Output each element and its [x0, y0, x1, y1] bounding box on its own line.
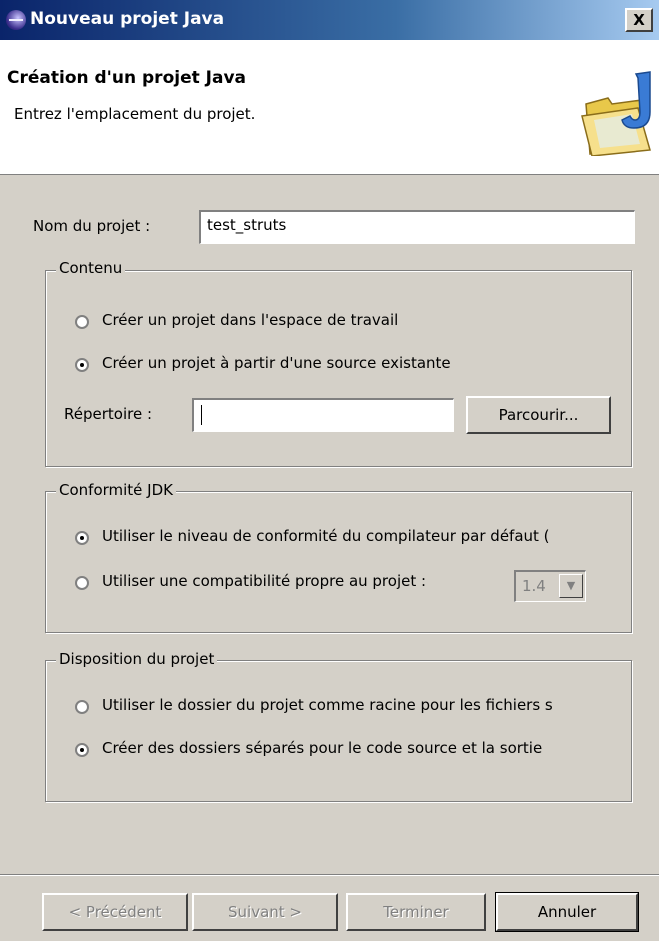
cancel-button[interactable]: Annuler — [495, 892, 639, 932]
compliance-level-select[interactable]: 1.4 ▼ — [514, 570, 586, 602]
jdk-compliance-group — [45, 491, 632, 633]
title-bar: Nouveau projet Java X — [0, 0, 659, 40]
project-name-input[interactable]: test_struts — [199, 210, 635, 244]
next-button[interactable]: Suivant > — [192, 893, 338, 931]
radio-project-folder-root[interactable] — [75, 700, 89, 714]
radio-default-compliance[interactable] — [75, 531, 89, 545]
close-button[interactable]: X — [625, 8, 653, 32]
directory-label: Répertoire : — [64, 405, 153, 423]
option-project-compliance-label[interactable]: Utiliser une compatibilité propre au pro… — [102, 572, 426, 590]
browse-button[interactable]: Parcourir... — [466, 396, 611, 434]
radio-separate-folders[interactable] — [75, 743, 89, 757]
previous-button[interactable]: < Précédent — [42, 893, 188, 931]
layout-group-title: Disposition du projet — [56, 650, 218, 668]
new-java-project-dialog: Nouveau projet Java X Création d'un proj… — [0, 0, 659, 941]
jdk-group-title: Conformité JDK — [56, 481, 176, 499]
chevron-down-icon[interactable]: ▼ — [559, 574, 583, 598]
java-project-folder-icon — [581, 71, 651, 156]
option-default-compliance-label[interactable]: Utiliser le niveau de conformité du comp… — [102, 527, 628, 545]
footer-separator — [0, 874, 659, 876]
wizard-description: Entrez l'emplacement du projet. — [14, 105, 256, 123]
option-project-folder-root-label[interactable]: Utiliser le dossier du projet comme raci… — [102, 696, 628, 714]
text-cursor — [201, 405, 202, 425]
project-name-label: Nom du projet : — [33, 217, 151, 235]
option-create-from-existing-label[interactable]: Créer un projet à partir d'une source ex… — [102, 354, 451, 372]
radio-project-compliance[interactable] — [75, 576, 89, 590]
content-group-title: Contenu — [56, 259, 126, 277]
wizard-banner: Création d'un projet Java Entrez l'empla… — [0, 40, 659, 175]
compliance-level-value: 1.4 — [522, 577, 546, 595]
finish-button[interactable]: Terminer — [346, 893, 486, 931]
window-title: Nouveau projet Java — [30, 9, 225, 29]
radio-create-from-existing-source[interactable] — [75, 358, 89, 372]
project-layout-group — [45, 660, 632, 802]
option-separate-folders-label[interactable]: Créer des dossiers séparés pour le code … — [102, 739, 628, 757]
directory-input[interactable] — [192, 398, 454, 432]
option-create-in-workspace-label[interactable]: Créer un projet dans l'espace de travail — [102, 311, 398, 329]
wizard-title: Création d'un projet Java — [7, 68, 246, 88]
radio-create-in-workspace[interactable] — [75, 315, 89, 329]
eclipse-icon — [6, 10, 26, 30]
